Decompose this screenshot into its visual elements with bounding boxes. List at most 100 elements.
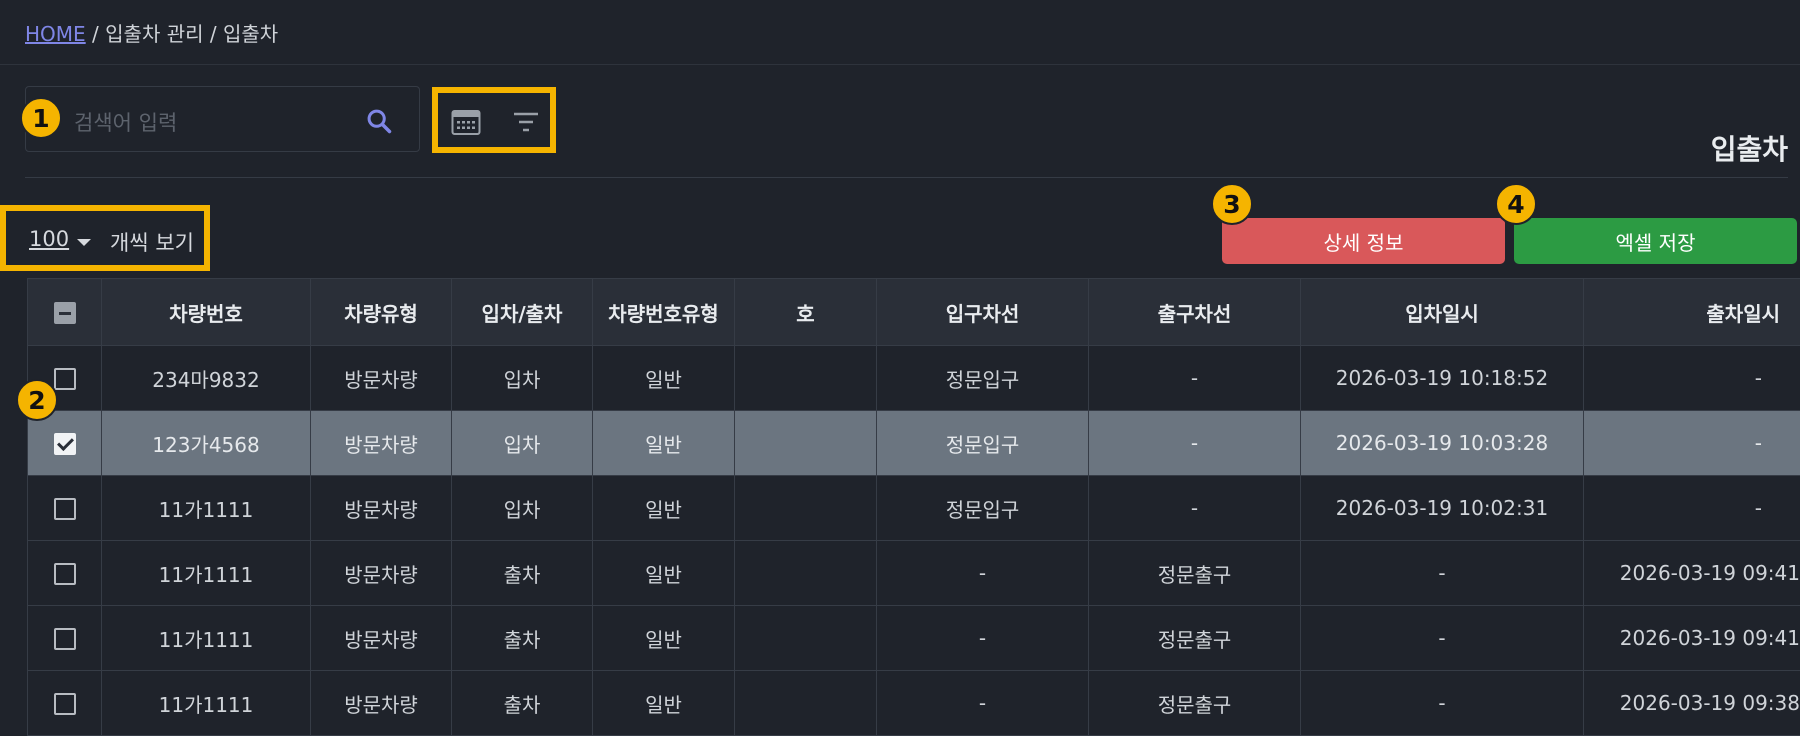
column-header[interactable]: 입구차선 [877, 279, 1089, 346]
table-cell: 출차 [452, 606, 593, 671]
row-checkbox[interactable] [54, 628, 76, 650]
breadcrumb: HOME / 입출차 관리 / 입출차 [25, 18, 278, 47]
table-cell: - [877, 606, 1089, 671]
table-cell: 정문출구 [1089, 671, 1301, 736]
table-cell: - [1301, 671, 1584, 736]
row-checkbox-cell[interactable] [28, 476, 102, 541]
column-header[interactable]: 입차/출차 [452, 279, 593, 346]
breadcrumb-separator: / [92, 22, 99, 46]
column-header[interactable]: 차량번호 [102, 279, 311, 346]
per-page-label: 개씩 보기 [110, 227, 194, 257]
table-cell: 일반 [593, 671, 735, 736]
table-cell: - [1584, 476, 1800, 541]
annotation-badge-3: 3 [1211, 183, 1253, 225]
table-cell: 출차 [452, 671, 593, 736]
table-cell: 일반 [593, 541, 735, 606]
table-cell: 정문입구 [877, 411, 1089, 476]
table-row[interactable]: 11가1111방문차량입차일반정문입구-2026-03-19 10:02:31- [28, 476, 1800, 541]
table-row[interactable]: 11가1111방문차량출차일반-정문출구-2026-03-19 09:38 [28, 671, 1800, 736]
search-placeholder: 검색어 입력 [74, 107, 177, 137]
filter-icon[interactable] [512, 110, 540, 138]
table-cell: - [1089, 411, 1301, 476]
table-cell: 정문입구 [877, 476, 1089, 541]
select-all-checkbox[interactable] [54, 302, 76, 324]
breadcrumb-separator: / [210, 22, 217, 46]
breadcrumb-section: 입출차 관리 [105, 22, 203, 46]
column-header[interactable]: 입차일시 [1301, 279, 1584, 346]
column-header[interactable]: 출차일시 [1584, 279, 1800, 346]
table-cell: 2026-03-19 10:03:28 [1301, 411, 1584, 476]
row-checkbox[interactable] [54, 433, 76, 455]
table-cell: 방문차량 [311, 541, 452, 606]
table-cell: 2026-03-19 10:02:31 [1301, 476, 1584, 541]
table-cell: 2026-03-19 10:18:52 [1301, 346, 1584, 411]
table-cell: - [1089, 476, 1301, 541]
excel-export-button[interactable]: 엑셀 저장 [1514, 218, 1797, 264]
vehicle-entry-table: 차량번호 차량유형 입차/출차 차량번호유형 호 입구차선 출구차선 입차일시 … [27, 278, 1800, 736]
column-header[interactable]: 차량유형 [311, 279, 452, 346]
select-all-checkbox-cell[interactable] [28, 279, 102, 346]
table-row[interactable]: 234마9832방문차량입차일반정문입구-2026-03-19 10:18:52… [28, 346, 1800, 411]
row-checkbox[interactable] [54, 498, 76, 520]
table-row[interactable]: 11가1111방문차량출차일반-정문출구-2026-03-19 09:41 [28, 606, 1800, 671]
annotation-badge-4: 4 [1495, 183, 1537, 225]
table-cell: - [1089, 346, 1301, 411]
table-cell [735, 606, 877, 671]
chevron-down-icon[interactable] [77, 239, 91, 246]
row-checkbox-cell[interactable] [28, 671, 102, 736]
row-checkbox[interactable] [54, 563, 76, 585]
table-cell: - [1584, 411, 1800, 476]
table-cell: 2026-03-19 09:38 [1584, 671, 1800, 736]
table-cell: 입차 [452, 476, 593, 541]
table-cell: 정문입구 [877, 346, 1089, 411]
row-checkbox-cell[interactable] [28, 541, 102, 606]
table-cell [735, 476, 877, 541]
table-cell: 11가1111 [102, 606, 311, 671]
table-row[interactable]: 123가4568방문차량입차일반정문입구-2026-03-19 10:03:28… [28, 411, 1800, 476]
page-title: 입출차 [1711, 128, 1788, 168]
table-cell: - [1301, 606, 1584, 671]
row-checkbox[interactable] [54, 368, 76, 390]
table-cell: 일반 [593, 476, 735, 541]
table-cell: - [1584, 346, 1800, 411]
per-page-value[interactable]: 100 [29, 227, 69, 251]
breadcrumb-home-link[interactable]: HOME [25, 22, 86, 46]
header-divider [0, 64, 1800, 65]
table-cell: 출차 [452, 541, 593, 606]
table-cell: 11가1111 [102, 671, 311, 736]
calendar-icon[interactable] [451, 108, 481, 140]
toolbar-divider [25, 177, 1788, 178]
table-cell: 방문차량 [311, 411, 452, 476]
search-input[interactable]: 검색어 입력 [25, 86, 420, 152]
annotation-badge-1: 1 [20, 97, 62, 139]
toolbar-icon-group [432, 87, 556, 153]
table-cell: 정문출구 [1089, 541, 1301, 606]
table-cell: 입차 [452, 411, 593, 476]
table-cell: 일반 [593, 606, 735, 671]
search-icon[interactable] [365, 107, 393, 139]
column-header[interactable]: 호 [735, 279, 877, 346]
table-cell: 방문차량 [311, 476, 452, 541]
row-checkbox-cell[interactable] [28, 606, 102, 671]
column-header[interactable]: 출구차선 [1089, 279, 1301, 346]
table-cell: 일반 [593, 411, 735, 476]
table-cell: 방문차량 [311, 346, 452, 411]
table-cell [735, 346, 877, 411]
table-cell: - [877, 541, 1089, 606]
table-cell: 정문출구 [1089, 606, 1301, 671]
column-header[interactable]: 차량번호유형 [593, 279, 735, 346]
table-cell: 2026-03-19 09:41 [1584, 541, 1800, 606]
table-cell: 방문차량 [311, 671, 452, 736]
table-cell: 123가4568 [102, 411, 311, 476]
table-row[interactable]: 11가1111방문차량출차일반-정문출구-2026-03-19 09:41 [28, 541, 1800, 606]
table-cell: 234마9832 [102, 346, 311, 411]
annotation-badge-2: 2 [16, 379, 58, 421]
detail-info-button[interactable]: 상세 정보 [1222, 218, 1505, 264]
table-cell: 11가1111 [102, 476, 311, 541]
per-page-selector[interactable]: 100 개씩 보기 [0, 205, 210, 271]
row-checkbox[interactable] [54, 693, 76, 715]
breadcrumb-current: 입출차 [223, 22, 278, 46]
table-cell [735, 671, 877, 736]
table-cell: 일반 [593, 346, 735, 411]
table-cell: 11가1111 [102, 541, 311, 606]
